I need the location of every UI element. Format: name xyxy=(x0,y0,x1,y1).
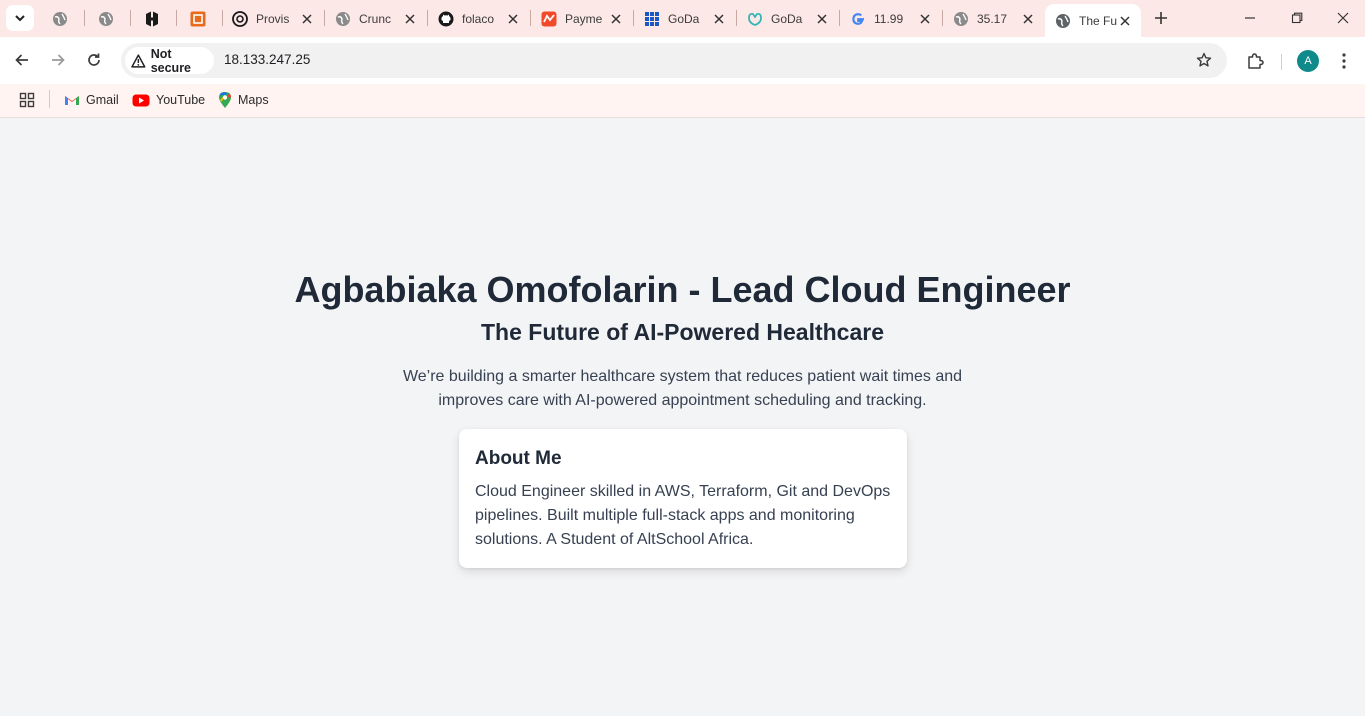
tab-close-icon[interactable] xyxy=(814,11,830,27)
browser-tab[interactable]: 35.17 xyxy=(943,4,1044,33)
gmail-icon xyxy=(65,96,79,105)
tab-separator xyxy=(130,10,131,26)
browser-tab[interactable]: folaco xyxy=(428,4,529,33)
browser-tab[interactable] xyxy=(134,4,174,33)
plus-icon xyxy=(1155,12,1167,24)
youtube-icon xyxy=(132,94,150,106)
more-vertical-icon xyxy=(1342,53,1346,69)
tab-close-icon[interactable] xyxy=(917,11,933,27)
security-label: Not secure xyxy=(150,46,192,75)
payment-icon xyxy=(541,11,557,27)
browser-tab[interactable]: GoDa xyxy=(634,4,735,33)
tab-strip: Provis Crunc folaco Payme GoDa GoDa 11.9… xyxy=(0,0,1365,37)
arrow-left-icon xyxy=(15,54,28,66)
tab-close-icon[interactable] xyxy=(1117,13,1133,29)
web-page-content: Agbabiaka Omofolarin - Lead Cloud Engine… xyxy=(0,119,1365,716)
close-icon xyxy=(1337,12,1349,24)
godaddy-grid-icon xyxy=(644,11,660,27)
tab-close-icon[interactable] xyxy=(711,11,727,27)
about-me-text: Cloud Engineer skilled in AWS, Terraform… xyxy=(475,483,891,548)
extensions-button[interactable] xyxy=(1243,49,1267,73)
tab-close-icon[interactable] xyxy=(402,11,418,27)
github-icon xyxy=(438,11,454,27)
browser-tab[interactable]: Provis xyxy=(222,4,323,33)
warning-icon xyxy=(131,53,146,68)
apps-button[interactable] xyxy=(17,90,37,110)
browser-tab[interactable]: Payme xyxy=(531,4,632,33)
globe-icon xyxy=(335,11,351,27)
globe-icon xyxy=(52,11,68,27)
tab-close-icon[interactable] xyxy=(299,11,315,27)
about-me-heading: About Me xyxy=(475,448,562,469)
bookmark-star-button[interactable] xyxy=(1193,49,1215,71)
close-window-button[interactable] xyxy=(1331,6,1355,30)
tab-search-button[interactable] xyxy=(6,5,34,31)
globe-icon xyxy=(1055,13,1071,29)
browser-tab[interactable]: Crunc xyxy=(325,4,426,33)
puzzle-icon xyxy=(1248,53,1264,69)
about-me-card: About Me Cloud Engineer skilled in AWS, … xyxy=(459,429,907,568)
url-text: 18.133.247.25 xyxy=(224,52,311,67)
tab-close-icon[interactable] xyxy=(608,11,624,27)
bookmark-youtube[interactable]: YouTube xyxy=(132,90,205,110)
tab-close-icon[interactable] xyxy=(1020,11,1036,27)
tab-separator xyxy=(84,10,85,26)
restore-icon xyxy=(1291,12,1303,24)
godaddy-icon xyxy=(747,11,763,27)
chevron-down-icon xyxy=(15,15,25,22)
bookmarks-bar: Gmail YouTube Maps xyxy=(0,84,1365,118)
profile-avatar[interactable]: A xyxy=(1297,50,1319,72)
reload-icon xyxy=(88,53,100,66)
forward-button[interactable] xyxy=(46,48,70,72)
browser-tab[interactable] xyxy=(180,4,220,33)
hashicorp-icon xyxy=(144,11,160,27)
tab-separator xyxy=(176,10,177,26)
back-button[interactable] xyxy=(10,48,34,72)
google-icon xyxy=(850,11,866,27)
arrow-right-icon xyxy=(52,54,65,66)
reload-button[interactable] xyxy=(82,48,106,72)
globe-icon xyxy=(98,11,114,27)
toolbar-divider xyxy=(1281,54,1282,70)
browser-tab[interactable]: 11.99 xyxy=(840,4,941,33)
openai-icon xyxy=(232,10,248,27)
browser-tab[interactable]: GoDa xyxy=(737,4,838,33)
tab-close-icon[interactable] xyxy=(505,11,521,27)
bookmark-maps[interactable]: Maps xyxy=(218,90,269,110)
minimize-icon xyxy=(1245,17,1255,19)
browser-tab[interactable] xyxy=(42,4,82,33)
security-indicator[interactable]: Not secure xyxy=(125,46,214,75)
browser-tab-active[interactable]: The Fu xyxy=(1045,4,1141,37)
minimize-button[interactable] xyxy=(1238,6,1262,30)
globe-icon xyxy=(953,11,969,27)
page-title: Agbabiaka Omofolarin - Lead Cloud Engine… xyxy=(294,269,1071,310)
maps-icon xyxy=(219,92,231,108)
page-description: We’re building a smarter healthcare syst… xyxy=(402,368,963,409)
new-tab-button[interactable] xyxy=(1150,7,1172,29)
browser-menu-button[interactable] xyxy=(1332,49,1356,73)
orange-box-icon xyxy=(190,11,206,27)
bookmarks-separator xyxy=(49,90,50,108)
apps-grid-icon xyxy=(19,92,35,108)
star-icon xyxy=(1196,52,1212,67)
address-bar[interactable]: Not secure 18.133.247.25 xyxy=(121,43,1227,78)
browser-toolbar: Not secure 18.133.247.25 A xyxy=(0,37,1365,84)
restore-button[interactable] xyxy=(1285,6,1309,30)
page-subtitle: The Future of AI-Powered Healthcare xyxy=(481,319,884,345)
bookmark-gmail[interactable]: Gmail xyxy=(64,90,119,110)
browser-tab[interactable] xyxy=(88,4,128,33)
